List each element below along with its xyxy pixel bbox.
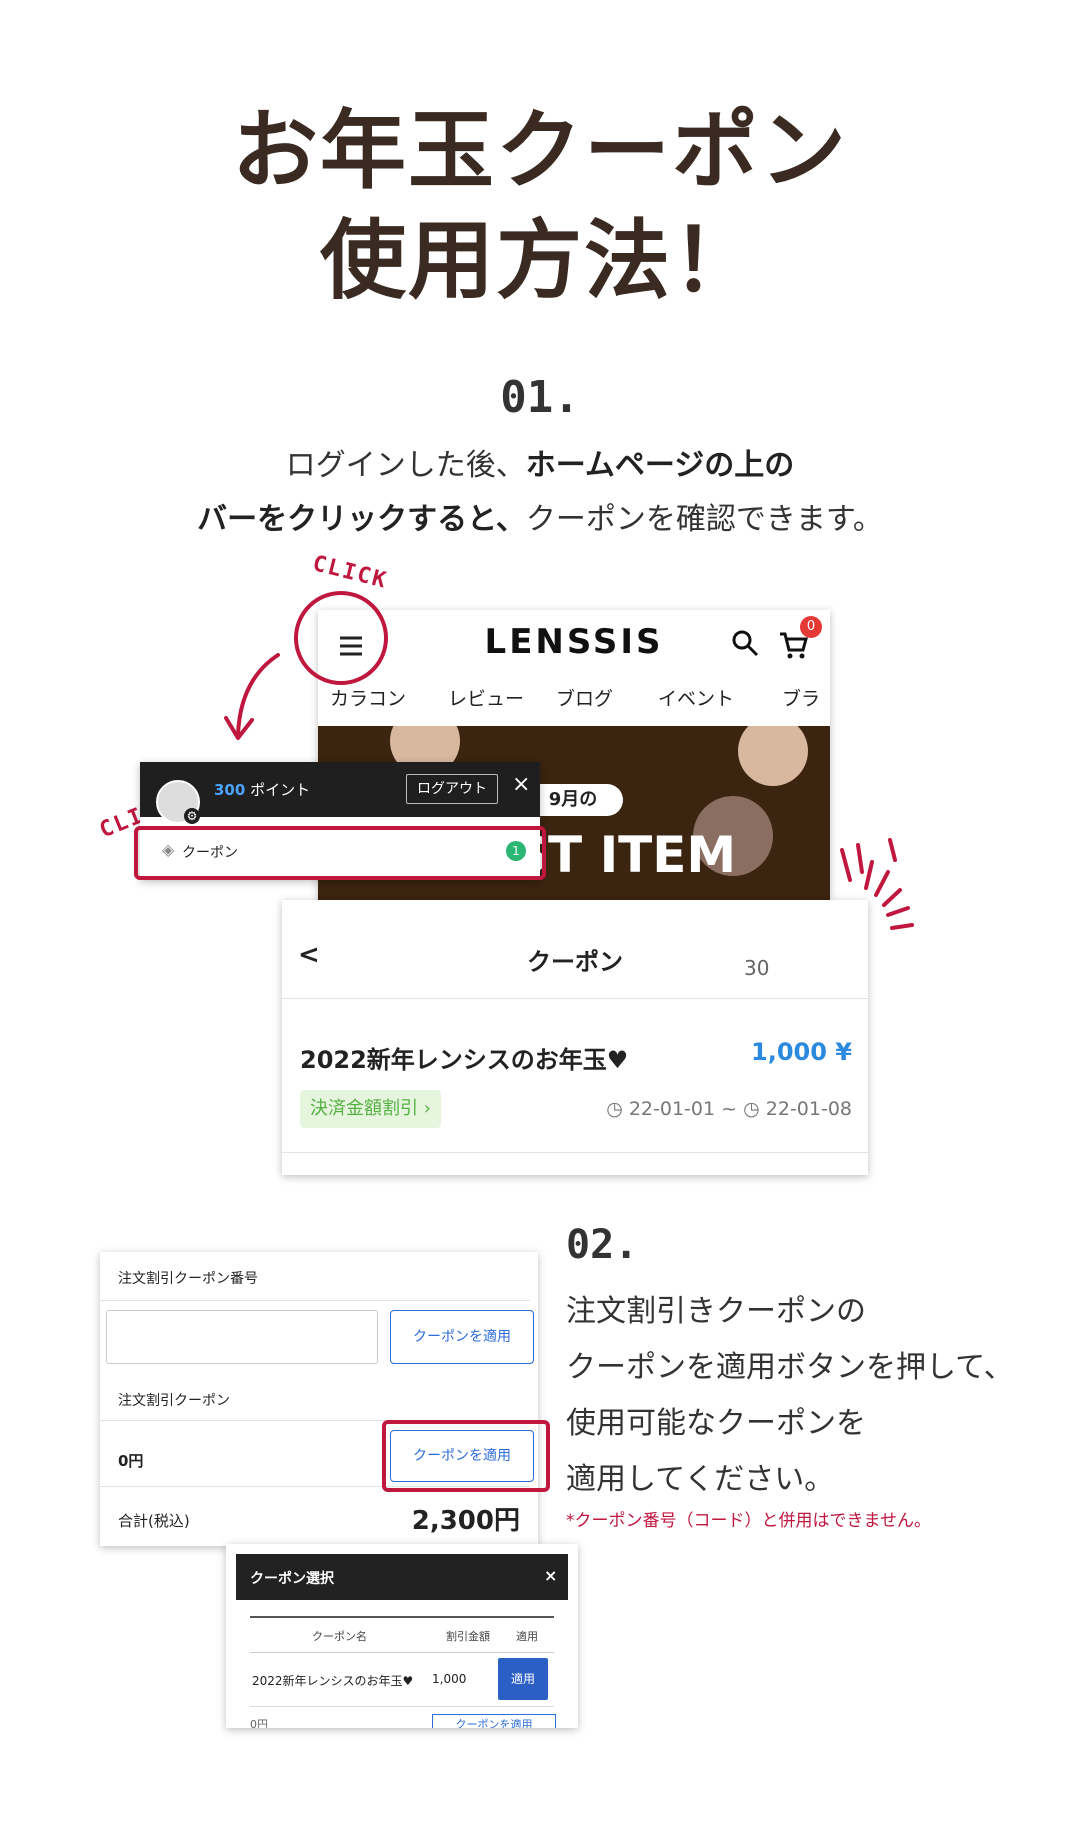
step2-line1: 注文割引きクーポンの [566, 1294, 866, 1329]
nav-item-review[interactable]: レビュー [448, 684, 524, 711]
order-coupon-label: 注文割引クーポン [118, 1393, 230, 1409]
points-value: 300 [214, 781, 246, 799]
col-apply: 適用 [516, 1630, 538, 1643]
col-coupon-name: クーポン名 [312, 1630, 367, 1643]
coupon-page-title: クーポン [527, 948, 623, 976]
modal-table-row: 2022新年レンシスのお年玉♥ 1,000 適用 [250, 1652, 554, 1707]
step2-line3: 使用可能なクーポンを [566, 1406, 866, 1441]
modal-footer-apply-button[interactable]: クーポンを適用 [432, 1714, 556, 1728]
modal-footer-left: 0円 [250, 1718, 268, 1728]
highlight-circle-menu [294, 591, 388, 685]
coupon-name[interactable]: 2022新年レンシスのお年玉♥ [300, 1040, 628, 1075]
cart-count-badge: 0 [800, 616, 822, 638]
step2-line4: 適用してください。 [566, 1462, 835, 1497]
nav-item-event[interactable]: イベント [658, 684, 734, 711]
step2-line2: クーポンを適用ボタンを押して、 [566, 1350, 1014, 1385]
total-value: 2,300円 [411, 1506, 520, 1536]
step2-number: 02. [566, 1222, 639, 1268]
drawer-close-icon[interactable]: × [512, 772, 530, 797]
coupon-page-mock: < クーポン 30 2022新年レンシスのお年玉♥ 1,000 ¥ 決済金額割引… [282, 900, 868, 1175]
divider [282, 1152, 868, 1153]
order-form-mock: 注文割引クーポン番号 クーポンを適用 注文割引クーポン 0円 クーポンを適用 合… [100, 1252, 538, 1546]
coupon-select-modal: クーポン選択 × クーポン名 割引金額 適用 2022新年レンシスのお年玉♥ 1… [226, 1544, 578, 1728]
total-label: 合計(税込) [118, 1512, 190, 1530]
date-to: 22-01-08 [765, 1098, 852, 1120]
nav-item-colorcon[interactable]: カラコン [330, 684, 406, 711]
row-discount: 1,000 [432, 1672, 467, 1686]
coupon-tag[interactable]: 決済金額割引 › [300, 1090, 441, 1128]
highlight-box-coupon [134, 826, 546, 880]
order-coupon-value: 0円 [118, 1452, 144, 1470]
row-coupon-name: 2022新年レンシスのお年玉♥ [252, 1674, 414, 1688]
clock-icon: ◷ [606, 1098, 623, 1120]
clock-icon: ◷ [743, 1098, 760, 1120]
nav-item-brand[interactable]: ブラ [782, 684, 820, 711]
date-separator: ~ [721, 1098, 738, 1120]
modal-apply-button[interactable]: 適用 [498, 1658, 548, 1700]
modal-table-header: クーポン名 割引金額 適用 [250, 1616, 554, 1653]
date-from: 22-01-01 [628, 1098, 716, 1120]
nav-item-blog[interactable]: ブログ [556, 684, 613, 711]
coupon-amount: 1,000 ¥ [751, 1038, 852, 1066]
coupon-page-count: 30 [744, 956, 770, 980]
coupon-code-input[interactable] [106, 1310, 378, 1364]
coupon-validity: ◷ 22-01-01 ~ ◷ 22-01-08 [572, 1098, 852, 1120]
search-icon[interactable] [730, 628, 760, 662]
col-discount: 割引金額 [446, 1630, 490, 1643]
settings-gear-icon[interactable]: ⚙ [184, 808, 200, 824]
site-nav: カラコン レビュー ブログ イベント ブラ [318, 684, 830, 724]
logout-button[interactable]: ログアウト [406, 774, 498, 804]
points-display: 300 ポイント [214, 779, 310, 800]
modal-close-icon[interactable]: × [544, 1566, 557, 1585]
points-label: ポイント [250, 781, 311, 799]
modal-title: クーポン選択 [250, 1571, 334, 1587]
step2-note: *クーポン番号（コード）と併用はできません。 [566, 1511, 931, 1531]
apply-coupon-code-button[interactable]: クーポンを適用 [390, 1310, 534, 1364]
coupon-code-label: 注文割引クーポン番号 [118, 1271, 258, 1287]
highlight-box-apply [382, 1420, 550, 1492]
